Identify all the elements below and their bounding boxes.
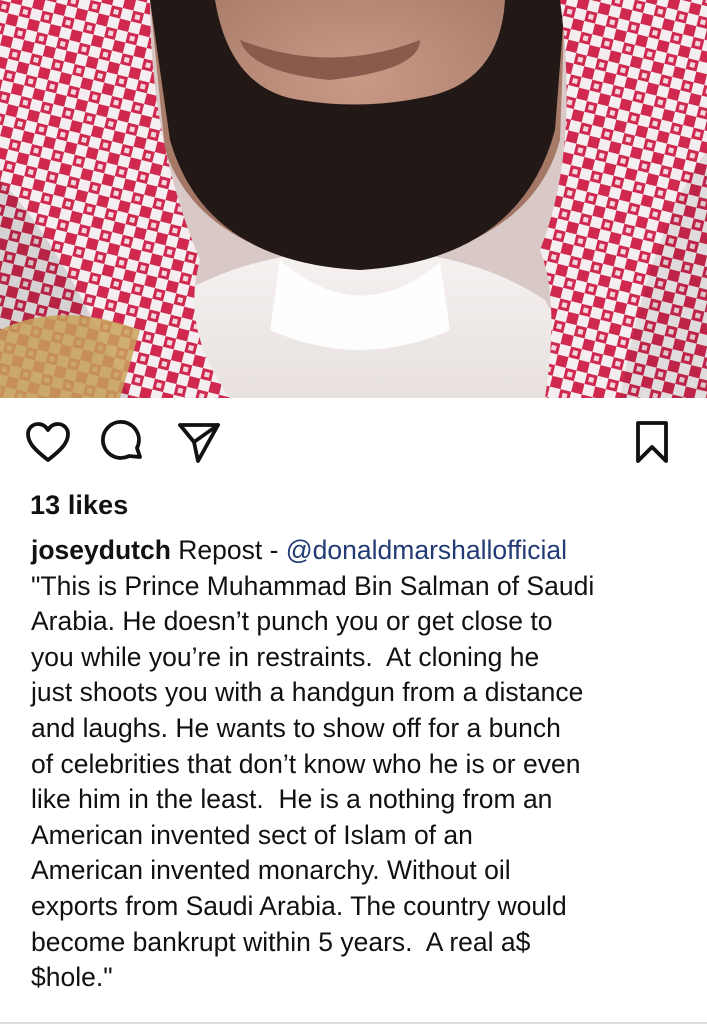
post-photo [0, 0, 707, 398]
caption-line: "This is Prince Muhammad Bin Salman of S… [31, 570, 595, 601]
caption-mention[interactable]: @donaldmarshallofficial [286, 535, 567, 565]
caption-line: exports from Saudi Arabia. The country w… [31, 890, 567, 921]
caption-line: American invented sect of Islam of an [31, 819, 473, 850]
paper-plane-icon [178, 423, 220, 463]
caption-header: joseydutch Repost - @donaldmarshalloffic… [31, 533, 691, 569]
share-button[interactable] [175, 418, 223, 466]
post-caption: joseydutch Repost - @donaldmarshalloffic… [31, 533, 691, 996]
caption-line: and laughs. He wants to show off for a b… [31, 712, 561, 743]
caption-line: you while you’re in restraints. At cloni… [31, 641, 540, 672]
caption-line: $hole." [31, 962, 113, 993]
likes-count[interactable]: 13 likes [30, 490, 128, 521]
caption-line: like him in the least. He is a nothing f… [31, 784, 553, 815]
caption-line: just shoots you with a handgun from a di… [31, 677, 584, 708]
caption-line: of celebrities that don’t know who he is… [31, 748, 581, 779]
comment-bubble-icon [101, 420, 142, 460]
caption-username[interactable]: joseydutch [31, 535, 171, 565]
post-image[interactable] [0, 0, 707, 398]
action-bar [0, 398, 707, 494]
like-button[interactable] [24, 418, 72, 466]
caption-line: American invented monarchy. Without oil [31, 855, 511, 886]
bookmark-icon [636, 421, 668, 463]
heart-outline-icon [26, 422, 70, 462]
caption-line: become bankrupt within 5 years. A real a… [31, 926, 531, 957]
repost-prefix: Repost - [170, 535, 286, 565]
save-button[interactable] [628, 418, 676, 466]
caption-line: Arabia. He doesn’t punch you or get clos… [31, 606, 553, 637]
comment-button[interactable] [99, 418, 147, 466]
